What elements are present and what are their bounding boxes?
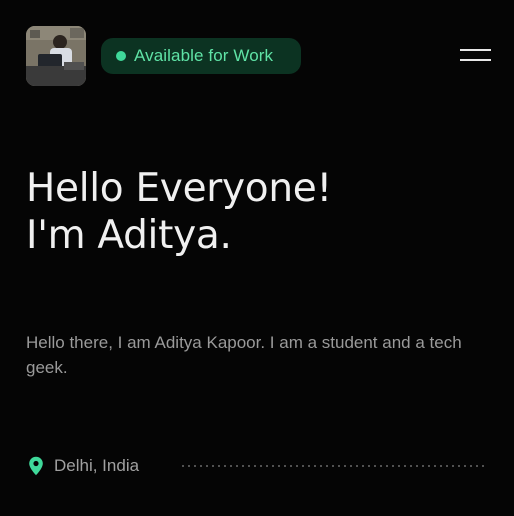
hero-headline: Hello Everyone! I'm Aditya. bbox=[26, 165, 332, 259]
menu-line-bottom bbox=[460, 59, 491, 61]
hero-headline-line-1: Hello Everyone! bbox=[26, 166, 332, 211]
status-badge: Available for Work bbox=[101, 38, 301, 74]
hamburger-menu-icon[interactable] bbox=[460, 47, 491, 65]
hero-intro-text: Hello there, I am Aditya Kapoor. I am a … bbox=[26, 333, 462, 377]
location: Delhi, India bbox=[28, 455, 139, 477]
dotted-divider bbox=[180, 465, 488, 467]
profile-photo bbox=[26, 26, 86, 86]
menu-line-top bbox=[460, 49, 491, 51]
status-dot-icon bbox=[116, 51, 126, 61]
hero-headline-line-2: I'm Aditya. bbox=[26, 213, 232, 258]
status-badge-label: Available for Work bbox=[134, 46, 274, 65]
avatar[interactable] bbox=[26, 26, 86, 86]
map-pin-icon bbox=[29, 456, 43, 476]
location-label: Delhi, India bbox=[54, 456, 140, 475]
